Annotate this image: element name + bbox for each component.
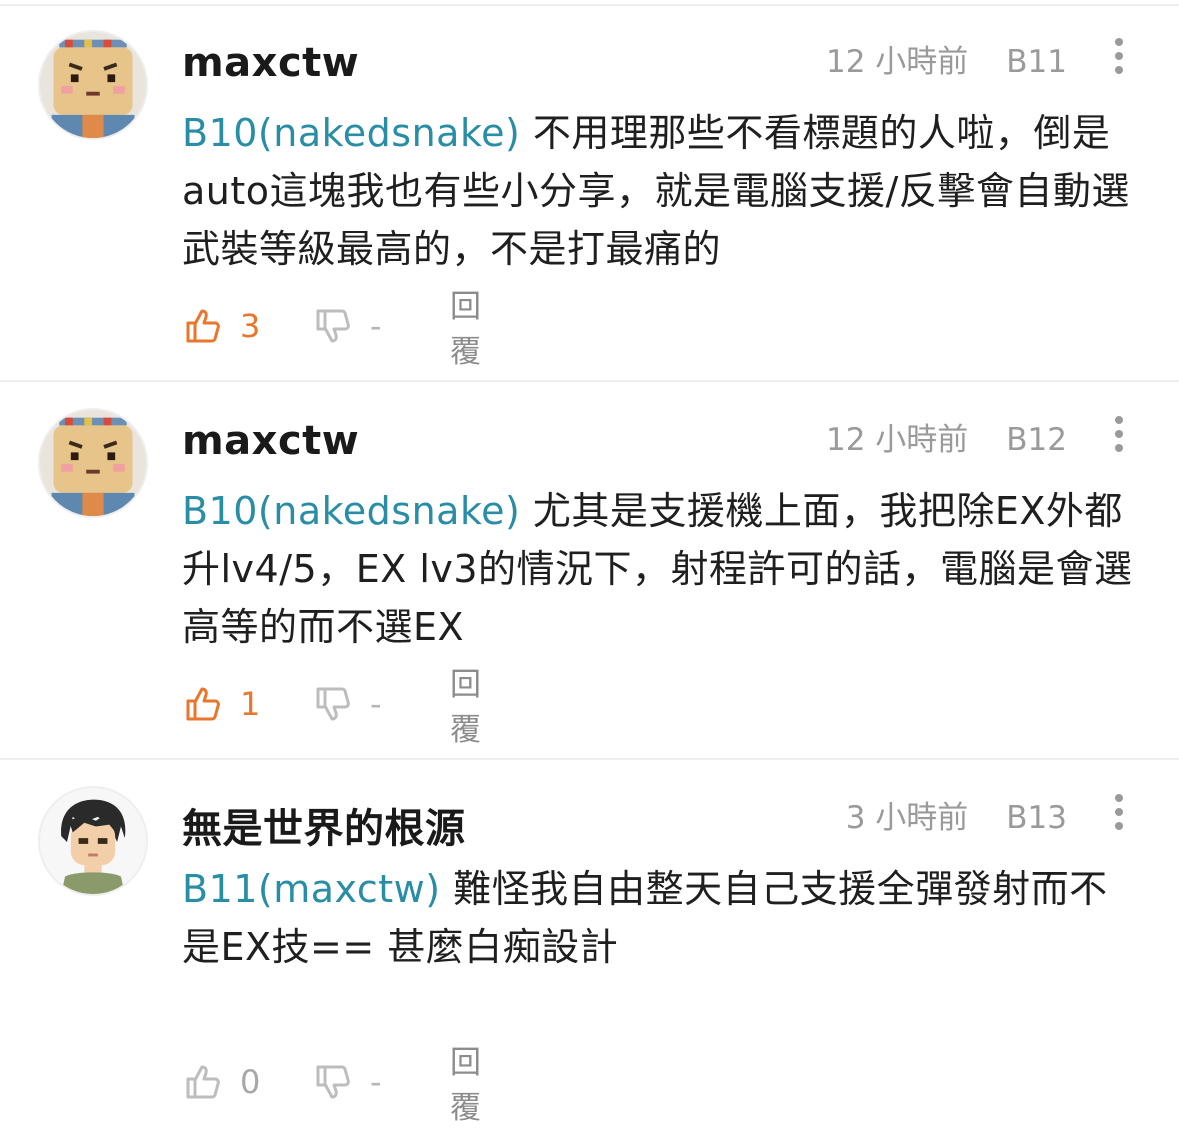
comment-item: maxctw 12 小時前 B12 B10(nakedsnake) 尤其是支援機上…	[0, 384, 1179, 762]
like-count: 3	[240, 307, 261, 345]
mention-link[interactable]: B11(maxctw)	[182, 867, 441, 911]
reply-button[interactable]: 回覆	[450, 1045, 481, 1126]
avatar[interactable]	[38, 408, 148, 518]
more-options-icon[interactable]	[1106, 36, 1132, 76]
dislike-button[interactable]: -	[314, 1058, 382, 1106]
reply-button[interactable]: 回覆	[450, 289, 481, 370]
thumbs-down-icon	[316, 687, 350, 721]
comment-item: 無是世界的根源 3 小時前 B13 B11(maxctw) 難怪我自由整天自己支援…	[0, 762, 1179, 1140]
thumbs-up-icon	[186, 1065, 220, 1099]
thumbs-down-icon	[316, 1065, 350, 1099]
comment-meta: 12 小時前 B12	[826, 414, 1067, 459]
timestamp: 12 小時前	[825, 44, 969, 80]
more-options-icon[interactable]	[1106, 792, 1132, 832]
comment-divider	[0, 758, 1179, 760]
comment-item: maxctw 12 小時前 B11 B10(nakedsnake) 不用理那些不看…	[0, 6, 1179, 384]
mention-link[interactable]: B10(nakedsnake)	[182, 111, 520, 155]
like-button[interactable]: 3	[184, 302, 260, 350]
comment-text: B10(nakedsnake) 尤其是支援機上面，我把除EX外都升lv4/5，E…	[182, 482, 1142, 656]
pixel-face-avatar-icon	[40, 410, 146, 516]
dislike-count: -	[370, 1063, 382, 1101]
reply-button[interactable]: 回覆	[450, 667, 481, 748]
floor-number[interactable]: B11	[1006, 44, 1067, 80]
avatar[interactable]	[38, 786, 148, 896]
like-count: 1	[240, 685, 261, 723]
floor-number[interactable]: B13	[1006, 800, 1067, 836]
thumbs-down-icon	[316, 309, 350, 343]
timestamp: 12 小時前	[825, 422, 969, 458]
username[interactable]: maxctw	[182, 418, 359, 464]
comment-meta: 12 小時前 B11	[826, 36, 1067, 81]
floor-number[interactable]: B12	[1006, 422, 1067, 458]
reply-label: 回覆	[450, 667, 481, 748]
thumbs-up-icon	[186, 687, 220, 721]
thumbs-up-icon	[186, 309, 220, 343]
dislike-count: -	[370, 685, 382, 723]
anime-character-avatar-icon	[40, 788, 146, 894]
comment-meta: 3 小時前 B13	[846, 792, 1067, 837]
avatar[interactable]	[38, 30, 148, 140]
like-button[interactable]: 1	[184, 680, 260, 728]
reply-label: 回覆	[450, 1045, 481, 1126]
comment-divider	[0, 380, 1179, 382]
comment-text: B11(maxctw) 難怪我自由整天自己支援全彈發射而不是EX技== 甚麼白痴…	[182, 860, 1142, 976]
reply-label: 回覆	[450, 289, 481, 370]
dislike-button[interactable]: -	[314, 680, 382, 728]
username[interactable]: maxctw	[182, 40, 359, 86]
username[interactable]: 無是世界的根源	[182, 796, 466, 854]
like-count: 0	[240, 1063, 261, 1101]
pixel-face-avatar-icon	[40, 32, 146, 138]
more-options-icon[interactable]	[1106, 414, 1132, 454]
mention-link[interactable]: B10(nakedsnake)	[182, 489, 520, 533]
comment-text: B10(nakedsnake) 不用理那些不看標題的人啦，倒是auto這塊我也有…	[182, 104, 1142, 278]
dislike-button[interactable]: -	[314, 302, 382, 350]
timestamp: 3 小時前	[845, 800, 969, 836]
like-button[interactable]: 0	[184, 1058, 260, 1106]
dislike-count: -	[370, 307, 382, 345]
